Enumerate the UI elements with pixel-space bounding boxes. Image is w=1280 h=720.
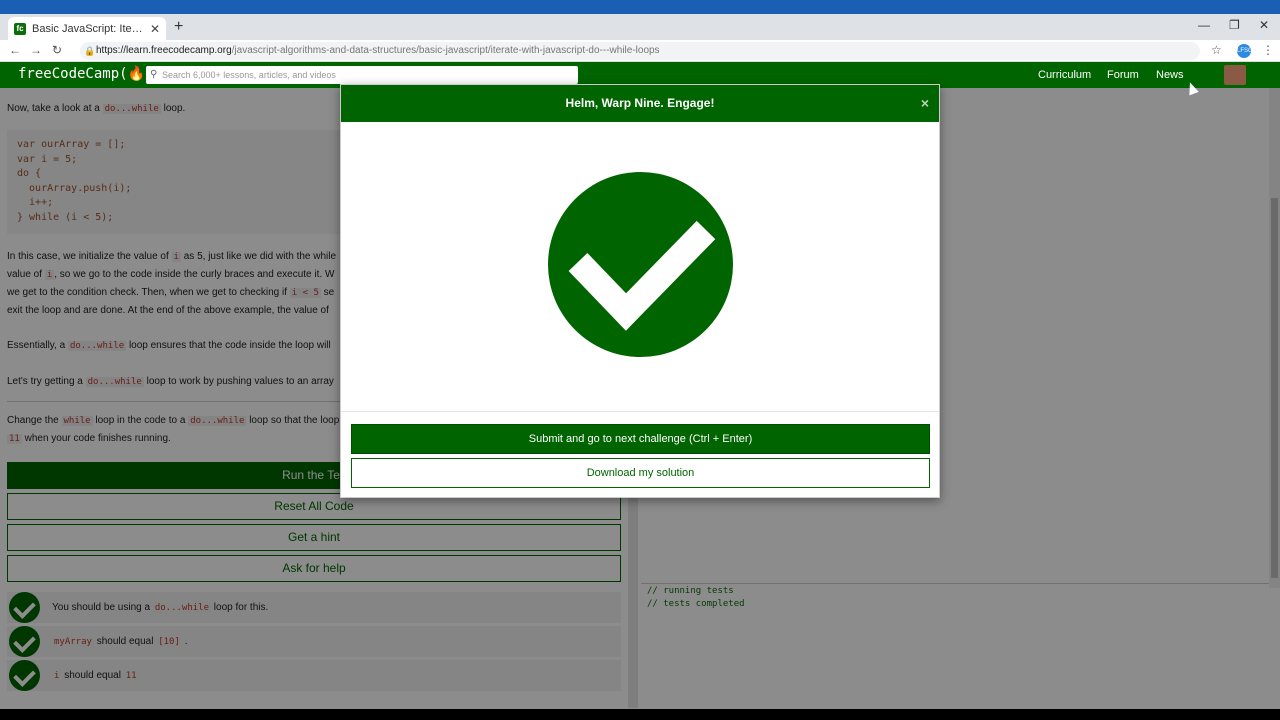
back-arrow-icon[interactable]: ← (9, 43, 21, 57)
browser-tab[interactable]: fc Basic JavaScript: Iterate with Java ✕ (8, 17, 166, 40)
submit-next-button[interactable]: Submit and go to next challenge (Ctrl + … (351, 424, 930, 454)
url-path: /javascript-algorithms-and-data-structur… (231, 45, 660, 56)
url-host: https://learn.freecodecamp.org (96, 45, 232, 56)
screen-bottom-edge (0, 709, 1280, 720)
forward-arrow-icon[interactable]: → (30, 43, 42, 57)
modal-title: Helm, Warp Nine. Engage! (565, 96, 715, 110)
browser-menu-icon[interactable]: ⋮ (1262, 43, 1274, 57)
download-solution-button[interactable]: Download my solution (351, 458, 930, 488)
modal-header: Helm, Warp Nine. Engage! × (341, 85, 939, 122)
nav-curriculum-link[interactable]: Curriculum (1038, 69, 1091, 81)
screen: fc Basic JavaScript: Iterate with Java ✕… (0, 0, 1280, 720)
nav-forum-link[interactable]: Forum (1107, 69, 1139, 81)
tab-title: Basic JavaScript: Iterate with Java (32, 22, 146, 35)
tab-close-icon[interactable]: ✕ (150, 22, 160, 36)
tab-strip: fc Basic JavaScript: Iterate with Java ✕… (0, 14, 1280, 40)
modal-body (341, 122, 939, 412)
search-input[interactable]: ⚲ Search 6,000+ lessons, articles, and v… (146, 66, 578, 84)
modal-close-icon[interactable]: × (921, 85, 929, 122)
restore-icon[interactable]: ❐ (1229, 18, 1240, 32)
bookmark-star-icon[interactable]: ☆ (1211, 43, 1222, 57)
nav-news-link[interactable]: News (1156, 69, 1184, 81)
search-placeholder: Search 6,000+ lessons, articles, and vid… (162, 70, 336, 80)
success-modal: Helm, Warp Nine. Engage! × Submit and go… (340, 84, 940, 498)
url-input[interactable]: 🔒 https://learn.freecodecamp.org/javascr… (80, 42, 1200, 60)
avatar[interactable] (1224, 65, 1246, 85)
extension-icon[interactable]: LFSG (1237, 44, 1253, 58)
success-check-icon (548, 172, 733, 357)
fcc-logo[interactable]: freeCodeCamp(🔥) (18, 66, 153, 82)
new-tab-button[interactable]: + (174, 18, 183, 36)
minimize-icon[interactable]: — (1198, 18, 1210, 32)
window-titlebar (0, 0, 1280, 14)
fcc-favicon-icon: fc (14, 22, 26, 35)
window-close-icon[interactable]: ✕ (1259, 18, 1269, 32)
address-bar-row: ← → ↻ 🔒 https://learn.freecodecamp.org/j… (0, 40, 1280, 62)
search-icon: ⚲ (150, 69, 158, 80)
lock-icon: 🔒 (84, 46, 96, 56)
reload-icon[interactable]: ↻ (52, 43, 62, 57)
